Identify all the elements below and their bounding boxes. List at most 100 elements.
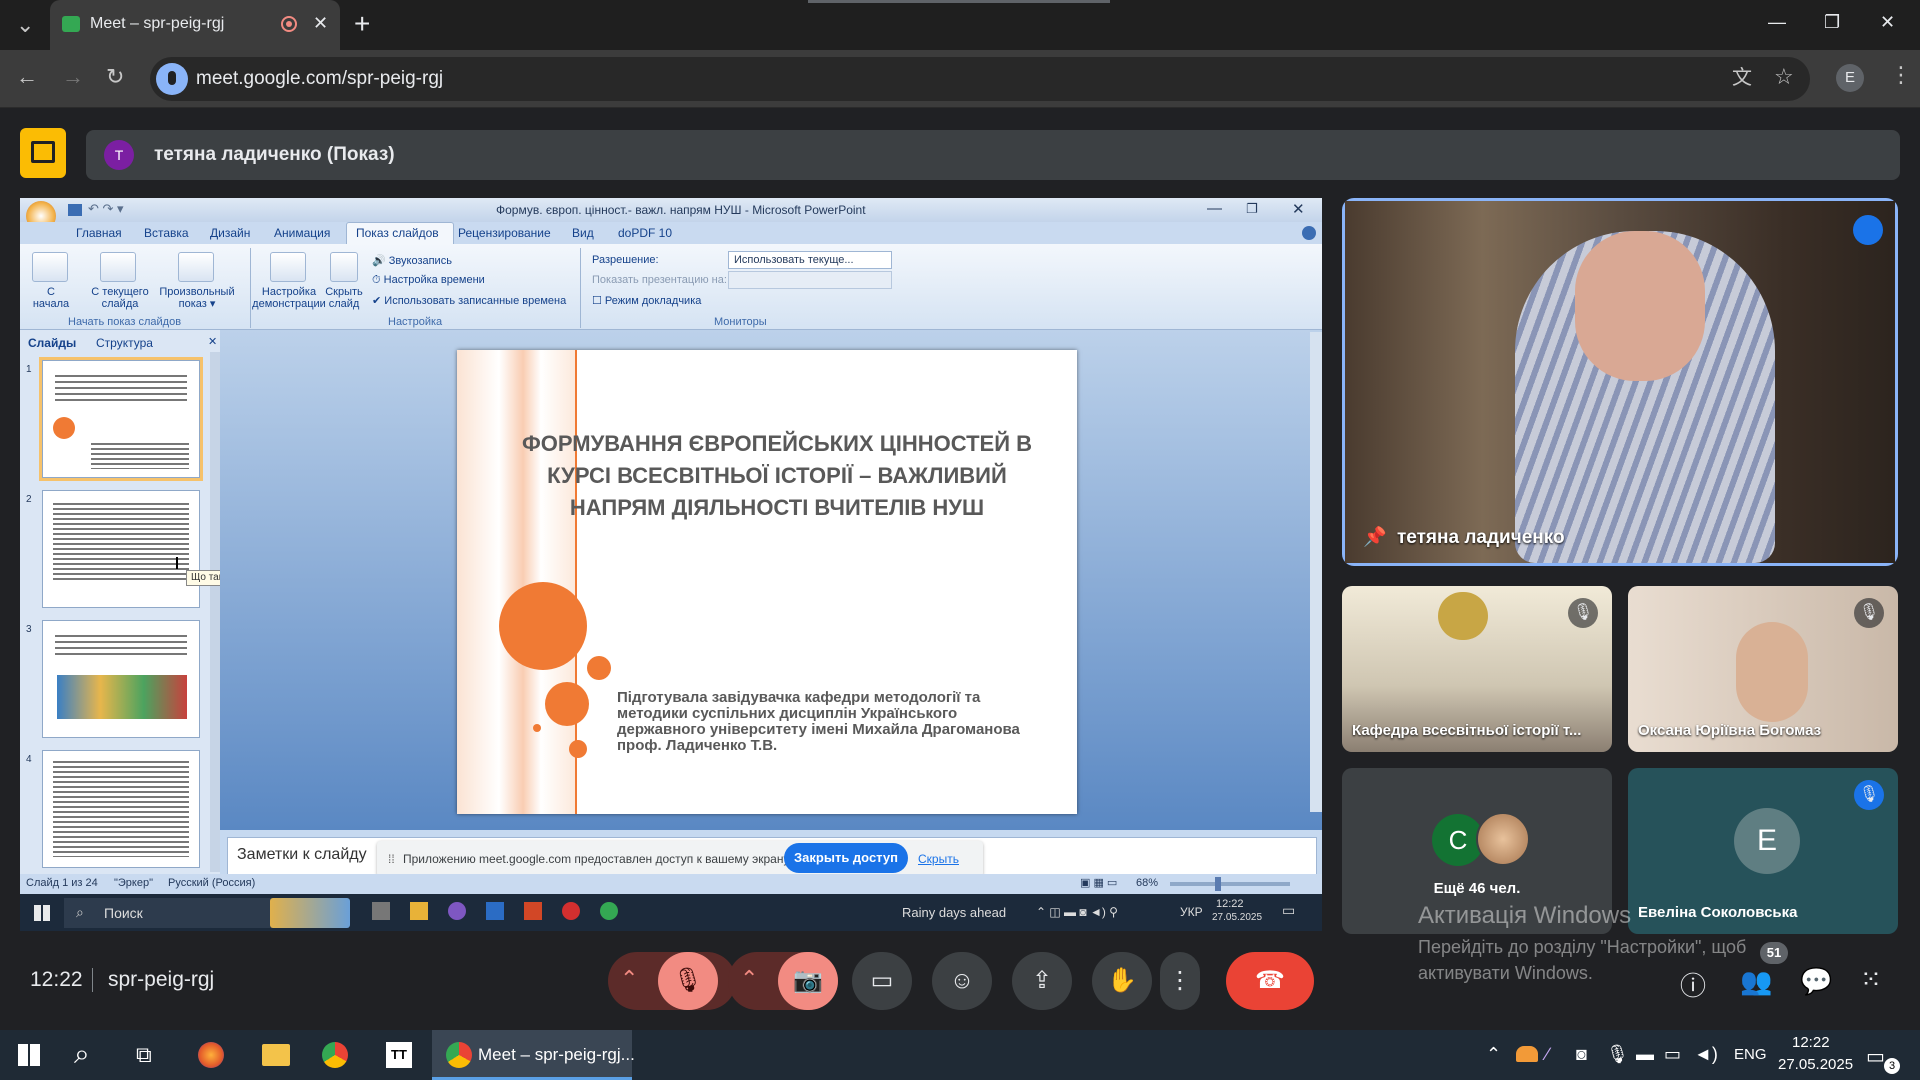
tray-camera-icon[interactable]: ◙ [1576, 1044, 1587, 1065]
new-tab-button[interactable]: + [354, 8, 370, 40]
input-language[interactable]: ENG [1734, 1046, 1767, 1063]
leave-call-button[interactable]: ☎ [1226, 952, 1314, 1010]
tab-design[interactable]: Дизайн [210, 226, 250, 240]
raise-hand-button[interactable]: ✋ [1092, 952, 1152, 1010]
reload-icon[interactable]: ↻ [106, 66, 124, 88]
custom-show-icon[interactable] [178, 252, 214, 282]
network-icon[interactable]: ▭ [1664, 1044, 1681, 1065]
present-now-button[interactable]: ⇪ [1012, 952, 1072, 1010]
from-start-icon[interactable] [32, 252, 68, 282]
ppt-restore-icon[interactable]: ❐ [1246, 201, 1258, 217]
inner-tray-icons[interactable]: ⌃ ◫ ▬ ◙ ◄) ⚲ [1036, 905, 1118, 919]
close-pane-icon[interactable]: ✕ [208, 335, 217, 348]
inner-lang[interactable]: УКР [1180, 905, 1203, 919]
hide-notice-link[interactable]: Скрыть [918, 852, 959, 866]
camera-options-chevron-icon[interactable]: ⌃ [740, 966, 758, 992]
presenter-view-checkbox[interactable]: ☐ Режим докладчика [592, 294, 701, 307]
mic-options-chevron-icon[interactable]: ⌃ [620, 966, 638, 992]
tray-mic-icon[interactable]: 🎙 [1606, 1044, 1629, 1065]
zoom-level[interactable]: 68% [1136, 877, 1158, 889]
meeting-info-icon[interactable]: ⓘ [1680, 966, 1706, 1003]
setup-show-button[interactable]: Настройка демонстрации [246, 286, 332, 310]
reactions-button[interactable]: ☺ [932, 952, 992, 1010]
help-icon[interactable] [1302, 226, 1316, 240]
notification-center-icon[interactable]: ▭ [1866, 1044, 1885, 1069]
zoom-slider-thumb[interactable] [1215, 877, 1221, 891]
tab-view[interactable]: Вид [572, 226, 594, 240]
tab-dopdf[interactable]: doPDF 10 [618, 226, 672, 240]
tt-app-icon[interactable]: TT [386, 1042, 412, 1068]
use-timings-checkbox[interactable]: ✔ Использовать записанные времена [372, 294, 566, 307]
slide-thumb-2[interactable] [42, 490, 200, 608]
participant-tile-evelina[interactable]: E 🎙 Евеліна Соколовська [1628, 768, 1898, 934]
outline-tab[interactable]: Структура [96, 336, 153, 350]
view-buttons-icon[interactable]: ▣ ▦ ▭ [1080, 876, 1117, 889]
more-options-button[interactable]: ⋮ [1160, 952, 1200, 1010]
bookmark-star-icon[interactable]: ☆ [1774, 66, 1794, 88]
inner-notification-icon[interactable]: ▭ [1282, 902, 1295, 919]
tab-search-chevron-icon[interactable]: ⌄ [16, 14, 34, 36]
participant-tile-kafedra[interactable]: 🎙 Кафедра всесвітньої історії т... [1342, 586, 1612, 752]
forward-arrow-icon[interactable]: → [62, 66, 84, 88]
task-view-icon[interactable]: ⧉ [136, 1042, 152, 1068]
ppt-close-icon[interactable]: ✕ [1292, 200, 1305, 218]
window-minimize-button[interactable]: — [1768, 12, 1786, 33]
ppt-minimize-icon[interactable]: — [1207, 200, 1222, 217]
tab-animation[interactable]: Анимация [274, 226, 330, 240]
cloud-icon[interactable] [1516, 1046, 1538, 1062]
translate-icon[interactable]: 文 [1732, 68, 1752, 88]
custom-show-button[interactable]: Произвольный показ ▾ [152, 286, 242, 310]
chrome-icon[interactable] [322, 1042, 348, 1068]
from-start-button[interactable]: С начала [24, 286, 78, 310]
slide-thumb-1[interactable] [39, 357, 203, 481]
slides-tab[interactable]: Слайды [28, 336, 76, 350]
search-icon[interactable]: ⌕ [74, 1038, 90, 1071]
volume-icon[interactable]: ◄) [1694, 1044, 1718, 1065]
pen-icon[interactable]: ∕ [1546, 1044, 1549, 1065]
start-icon[interactable] [18, 1044, 40, 1066]
participant-tile-oksana[interactable]: 🎙 Оксана Юріївна Богомаз [1628, 586, 1898, 752]
taskbar-time[interactable]: 12:22 [1792, 1034, 1830, 1051]
window-maximize-button[interactable]: ❐ [1824, 12, 1840, 33]
slide-thumb-3[interactable] [42, 620, 200, 738]
inner-start-icon[interactable] [34, 905, 50, 921]
tab-close-icon[interactable]: ✕ [313, 13, 328, 34]
undo-redo-icon[interactable]: ↶ ↷ ▾ [88, 201, 124, 217]
mic-toggle-button[interactable]: 🎙 [658, 952, 718, 1010]
activities-icon[interactable]: ⁙ [1860, 964, 1882, 995]
tab-slideshow[interactable]: Показ слайдов [356, 226, 439, 240]
record-narration-option[interactable]: 🔊 Звукозапись [372, 254, 452, 267]
battery-icon[interactable]: ▬ [1636, 1044, 1654, 1065]
camera-toggle-button[interactable]: 📷 [778, 952, 838, 1010]
profile-avatar[interactable]: E [1836, 64, 1864, 92]
tab-review[interactable]: Рецензирование [458, 226, 551, 240]
url-text[interactable]: meet.google.com/spr-peig-rgj [196, 68, 443, 90]
save-icon[interactable] [68, 204, 82, 216]
slides-scrollbar[interactable] [210, 352, 220, 872]
inner-weather[interactable]: Rainy days ahead [902, 905, 1006, 920]
from-current-button[interactable]: С текущего слайда [80, 286, 160, 310]
notes-placeholder[interactable]: Заметки к слайду [237, 846, 367, 864]
setup-show-icon[interactable] [270, 252, 306, 282]
hide-slide-button[interactable]: Скрыть слайд [324, 286, 364, 310]
chat-icon[interactable]: 💬 [1800, 966, 1832, 997]
chrome-menu-icon[interactable]: ⋮ [1890, 64, 1912, 86]
rehearse-timings-option[interactable]: ⏱ Настройка времени [372, 274, 485, 287]
share-drag-handle[interactable]: ⁞⁞ [388, 852, 395, 866]
firefox-icon[interactable] [198, 1042, 224, 1068]
inner-search-box[interactable] [64, 898, 284, 928]
mic-in-use-icon[interactable] [156, 63, 188, 95]
tab-insert[interactable]: Вставка [144, 226, 189, 240]
show-on-select[interactable] [728, 271, 892, 289]
main-speaker-tile[interactable]: 📌 тетяна ладиченко [1342, 198, 1898, 566]
captions-button[interactable]: ▭ [852, 952, 912, 1010]
people-icon[interactable]: 👥 [1740, 966, 1772, 997]
tray-chevron-icon[interactable]: ⌃ [1486, 1044, 1501, 1065]
stop-sharing-button[interactable]: Закрыть доступ [784, 843, 908, 873]
inner-pinned-apps[interactable] [362, 902, 762, 924]
back-arrow-icon[interactable]: ← [16, 66, 38, 88]
window-close-button[interactable]: ✕ [1880, 12, 1895, 33]
from-current-icon[interactable] [100, 252, 136, 282]
tab-home[interactable]: Главная [76, 226, 122, 240]
hide-slide-icon[interactable] [330, 252, 358, 282]
